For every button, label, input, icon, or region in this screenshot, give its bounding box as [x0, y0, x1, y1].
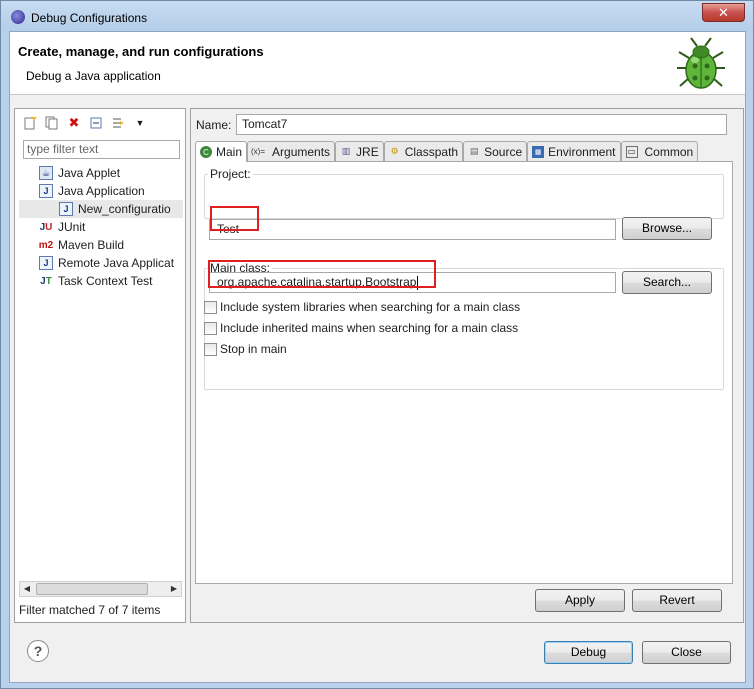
debug-bug-icon — [677, 37, 725, 89]
delete-config-icon[interactable]: ✖ — [65, 114, 83, 132]
dialog-window: Debug Configurations ✕ Create, manage, a… — [0, 0, 754, 689]
scroll-right-icon[interactable]: ▶ — [167, 582, 181, 596]
tree-label: Java Application — [58, 184, 145, 198]
checkbox-box[interactable] — [204, 342, 217, 356]
project-input[interactable]: Test — [209, 219, 616, 240]
filter-input[interactable]: type filter text — [23, 140, 180, 159]
junit-icon: JU — [39, 221, 53, 233]
apply-button[interactable]: Apply — [535, 589, 625, 612]
tree-item-maven-build[interactable]: m2 Maven Build — [19, 236, 183, 254]
checkbox-label: Stop in main — [220, 342, 287, 356]
configuration-tree: ☕ Java Applet J Java Application J New_c… — [19, 164, 183, 290]
dialog-client: Create, manage, and run configurations D… — [9, 31, 746, 683]
main-tab-panel: Project: Test Browse... Main class: org.… — [195, 161, 733, 584]
tab-classpath[interactable]: ⚙ Classpath — [383, 141, 464, 161]
checkbox-stop-in-main[interactable]: Stop in main — [204, 342, 287, 356]
tree-label: Java Applet — [58, 166, 121, 180]
tree-label: Maven Build — [58, 238, 125, 252]
tab-label: JRE — [356, 144, 379, 159]
classpath-icon: ⚙ — [390, 146, 399, 156]
project-group — [204, 174, 724, 219]
checkbox-box[interactable] — [204, 300, 217, 314]
checkbox-label: Include system libraries when searching … — [220, 300, 521, 314]
jre-icon: ▥ — [341, 146, 351, 156]
collapse-all-icon[interactable] — [87, 114, 105, 132]
name-label: Name: — [196, 118, 232, 132]
horizontal-scrollbar[interactable]: ◀ ▶ — [19, 581, 182, 597]
duplicate-config-icon[interactable] — [43, 114, 61, 132]
tab-arguments[interactable]: (x)= Arguments — [247, 141, 336, 161]
help-icon[interactable]: ? — [27, 640, 49, 662]
tab-label: Main — [216, 145, 243, 159]
filter-configs-icon[interactable] — [109, 114, 127, 132]
main-tab-icon: C — [200, 146, 212, 158]
project-label: Project: — [208, 167, 253, 181]
tab-label: Classpath — [404, 144, 459, 159]
scrollbar-thumb[interactable] — [36, 583, 148, 595]
tree-label: JUnit — [58, 220, 86, 234]
header-title: Create, manage, and run configurations — [18, 44, 264, 59]
tree-label: Remote Java Applicat — [58, 256, 175, 270]
window-title: Debug Configurations — [31, 11, 148, 25]
checkbox-label: Include inherited mains when searching f… — [220, 321, 519, 335]
new-config-icon[interactable] — [21, 114, 39, 132]
java-application-icon: J — [39, 184, 53, 198]
debug-button[interactable]: Debug — [544, 641, 633, 664]
tree-item-remote-java[interactable]: J Remote Java Applicat — [19, 254, 183, 272]
eclipse-icon — [11, 10, 25, 24]
common-icon: ▭ — [625, 145, 638, 158]
highlight-project — [210, 206, 259, 231]
configuration-editor-pane: Name: Tomcat7 C Main (x)= Arguments ▥ JR… — [190, 108, 744, 623]
tree-label: New_configuratio — [78, 202, 171, 216]
tab-strip: C Main (x)= Arguments ▥ JRE ⚙ Classpath … — [195, 141, 699, 162]
tab-label: Arguments — [272, 144, 331, 159]
tree-label: Task Context Test — [58, 274, 153, 288]
environment-icon: ▦ — [532, 145, 545, 158]
view-menu-icon[interactable]: ▼ — [131, 114, 149, 132]
java-config-icon: J — [59, 202, 73, 216]
java-applet-icon: ☕ — [39, 166, 53, 180]
name-input[interactable]: Tomcat7 — [236, 114, 727, 135]
highlight-main-class — [208, 260, 436, 288]
search-button[interactable]: Search... — [622, 271, 712, 294]
arguments-icon: (x)= — [251, 147, 266, 156]
checkbox-include-system-libraries[interactable]: Include system libraries when searching … — [204, 300, 520, 314]
task-context-icon: JT — [40, 275, 52, 287]
browse-button[interactable]: Browse... — [622, 217, 712, 240]
tab-label: Source — [484, 144, 523, 159]
tab-source[interactable]: ▤ Source — [463, 141, 528, 161]
tab-environment[interactable]: ▦ Environment — [527, 141, 621, 161]
checkbox-include-inherited-mains[interactable]: Include inherited mains when searching f… — [204, 321, 518, 335]
header-subtitle: Debug a Java application — [26, 69, 161, 83]
tree-item-new-configuration[interactable]: J New_configuratio — [19, 200, 183, 218]
tree-item-java-applet[interactable]: ☕ Java Applet — [19, 164, 183, 182]
tab-common[interactable]: ▭ Common — [620, 141, 699, 161]
revert-button[interactable]: Revert — [632, 589, 722, 612]
window-close-button[interactable]: ✕ — [702, 3, 745, 22]
filter-status: Filter matched 7 of 7 items — [19, 603, 161, 617]
tree-item-java-application[interactable]: J Java Application — [19, 182, 183, 200]
dialog-header: Create, manage, and run configurations D… — [10, 32, 745, 95]
configuration-list-pane: ✖ ▼ type filter text ☕ Java Applet J Jav… — [14, 108, 186, 623]
tab-label: Common — [644, 144, 694, 159]
scroll-left-icon[interactable]: ◀ — [20, 582, 34, 596]
tree-item-junit[interactable]: JU JUnit — [19, 218, 183, 236]
close-button[interactable]: Close — [642, 641, 731, 664]
title-bar[interactable]: Debug Configurations ✕ — [1, 1, 753, 31]
tree-item-task-context-test[interactable]: JT Task Context Test — [19, 272, 183, 290]
checkbox-box[interactable] — [204, 321, 217, 335]
tab-main[interactable]: C Main — [195, 141, 248, 162]
tab-jre[interactable]: ▥ JRE — [335, 141, 384, 161]
remote-java-icon: J — [39, 256, 53, 270]
tab-label: Environment — [548, 144, 616, 159]
maven-icon: m2 — [38, 239, 54, 251]
left-toolbar: ✖ ▼ — [21, 113, 149, 133]
source-icon: ▤ — [469, 146, 479, 156]
